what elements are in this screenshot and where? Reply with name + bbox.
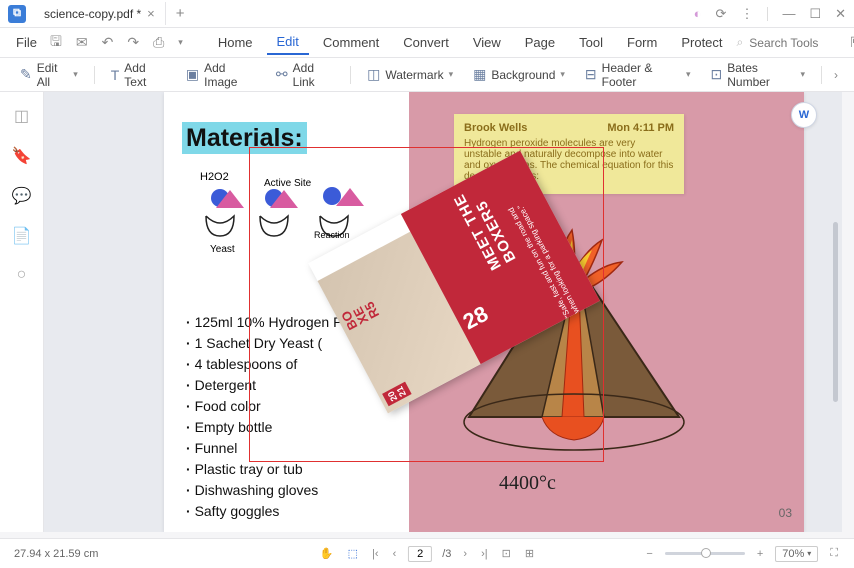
zoom-in-button[interactable]: + <box>755 548 765 560</box>
dimensions-label: 27.94 x 21.59 cm <box>14 548 98 560</box>
titlebar: ⧉ science-copy.pdf * × + ◐ ⟳ ⋮ — ☐ ✕ <box>0 0 854 28</box>
header-icon: ⊟ <box>585 66 597 83</box>
header-footer-button[interactable]: ⊟Header & Footer▾ <box>577 57 699 93</box>
text-icon: T <box>111 67 120 83</box>
menu-protect[interactable]: Protect <box>671 31 732 54</box>
word-export-badge[interactable]: W <box>791 102 817 128</box>
list-item: 1 Sachet Dry Yeast ( <box>186 333 342 354</box>
document-canvas[interactable]: Materials: H2O2 Active Site Yeast Reacti… <box>44 92 842 532</box>
bates-icon: ⊡ <box>711 66 723 83</box>
tab-filename: science-copy.pdf * <box>44 7 141 21</box>
menu-tool[interactable]: Tool <box>569 31 613 54</box>
menu-convert[interactable]: Convert <box>393 31 459 54</box>
undo-icon[interactable]: ↶ <box>97 34 119 51</box>
menu-page[interactable]: Page <box>515 31 565 54</box>
search-panel-icon[interactable]: ○ <box>17 266 27 284</box>
list-item: Plastic tray or tub <box>186 459 342 480</box>
toolbar-more-icon[interactable]: › <box>830 68 842 82</box>
close-button[interactable]: ✕ <box>835 6 846 22</box>
page-total: /3 <box>442 548 451 560</box>
select-tool-icon[interactable]: ⬚ <box>346 547 360 560</box>
list-item: 4 tablespoons of <box>186 354 342 375</box>
zoom-out-button[interactable]: − <box>644 548 654 560</box>
background-button[interactable]: ▦Background▾ <box>465 62 573 87</box>
list-item: Detergent <box>186 375 342 396</box>
menu-form[interactable]: Form <box>617 31 667 54</box>
link-icon: ⚯ <box>276 66 288 83</box>
list-item: Empty bottle <box>186 417 342 438</box>
maximize-button[interactable]: ☐ <box>809 6 821 22</box>
document-tab[interactable]: science-copy.pdf * × <box>34 2 166 25</box>
notify-icon[interactable]: ⟳ <box>716 6 727 22</box>
left-sidebar: ◫ 🔖 💬 📄 ○ <box>0 92 44 532</box>
add-link-button[interactable]: ⚯Add Link <box>268 57 342 93</box>
image-icon: ▣ <box>186 66 199 83</box>
add-tab-button[interactable]: + <box>166 5 195 22</box>
materials-list: 125ml 10% Hydrogen P 1 Sachet Dry Yeast … <box>186 312 342 522</box>
attachment-icon[interactable]: 📄 <box>12 226 32 246</box>
sticky-author: Brook Wells <box>464 122 527 134</box>
list-item: Funnel <box>186 438 342 459</box>
pencil-icon: ✎ <box>20 66 32 83</box>
thumbnails-icon[interactable]: ◫ <box>14 106 29 126</box>
fullscreen-icon[interactable]: ⛶ <box>828 547 840 560</box>
menubar: File 🖫 ✉ ↶ ↷ ⎙ ▾ Home Edit Comment Conve… <box>0 28 854 58</box>
menu-edit[interactable]: Edit <box>267 30 309 55</box>
app-logo-icon: ⧉ <box>8 5 26 23</box>
svg-text:H2O2: H2O2 <box>200 171 229 183</box>
svg-text:Active Site: Active Site <box>264 178 312 189</box>
fit-page-icon[interactable]: ⊞ <box>523 547 536 560</box>
next-page-icon[interactable]: › <box>461 548 469 560</box>
add-text-button[interactable]: TAdd Text <box>103 57 174 93</box>
materials-heading: Materials: <box>182 124 307 153</box>
page-input[interactable] <box>408 546 432 562</box>
page: Materials: H2O2 Active Site Yeast Reacti… <box>164 92 804 532</box>
page-number: 03 <box>779 506 792 520</box>
list-item: Dishwashing gloves <box>186 480 342 501</box>
bookmark-icon[interactable]: 🔖 <box>12 146 32 166</box>
minimize-button[interactable]: — <box>782 6 795 21</box>
hand-tool-icon[interactable]: ✋ <box>318 547 336 560</box>
temperature-label: 4400°c <box>499 472 556 495</box>
ai-icon[interactable]: ◐ <box>694 6 702 21</box>
overflow-icon[interactable]: ⋮ <box>740 6 753 22</box>
list-item: Safty goggles <box>186 501 342 522</box>
save-icon[interactable]: 🖫 <box>45 31 67 55</box>
search-input[interactable] <box>749 36 839 50</box>
add-image-button[interactable]: ▣Add Image <box>178 57 264 93</box>
svg-text:Reaction: Reaction <box>314 230 350 240</box>
print-icon[interactable]: ⎙ <box>148 34 169 51</box>
bates-button[interactable]: ⊡Bates Number▾ <box>703 57 814 93</box>
sticky-time: Mon 4:11 PM <box>607 122 674 134</box>
mail-icon[interactable]: ✉ <box>71 34 93 51</box>
first-page-icon[interactable]: |‹ <box>370 548 381 560</box>
menu-home[interactable]: Home <box>208 31 263 54</box>
search-icon[interactable]: ⌕ <box>737 35 744 50</box>
file-menu[interactable]: File <box>12 35 41 50</box>
chevron-down-icon[interactable]: ▾ <box>173 37 188 48</box>
watermark-icon: ◫ <box>367 66 380 83</box>
svg-text:Yeast: Yeast <box>210 244 235 255</box>
comment-panel-icon[interactable]: 💬 <box>12 186 32 206</box>
menu-view[interactable]: View <box>463 31 511 54</box>
statusbar: 27.94 x 21.59 cm ✋ ⬚ |‹ ‹ /3 › ›| ⊡ ⊞ − … <box>0 538 854 568</box>
edit-all-button[interactable]: ✎Edit All▾ <box>12 57 86 93</box>
watermark-button[interactable]: ◫Watermark▾ <box>359 62 461 87</box>
list-item: 125ml 10% Hydrogen P <box>186 312 342 333</box>
zoom-slider[interactable] <box>665 552 745 555</box>
background-icon: ▦ <box>473 66 486 83</box>
scrollbar[interactable] <box>833 222 838 402</box>
share-icon[interactable]: ⇱ <box>845 34 854 51</box>
list-item: Food color <box>186 396 342 417</box>
close-tab-icon[interactable]: × <box>147 6 155 21</box>
prev-page-icon[interactable]: ‹ <box>391 548 399 560</box>
fit-width-icon[interactable]: ⊡ <box>500 547 513 560</box>
menu-comment[interactable]: Comment <box>313 31 389 54</box>
zoom-level[interactable]: 70%▾ <box>775 546 818 562</box>
edit-toolbar: ✎Edit All▾ TAdd Text ▣Add Image ⚯Add Lin… <box>0 58 854 92</box>
last-page-icon[interactable]: ›| <box>479 548 490 560</box>
redo-icon[interactable]: ↷ <box>122 34 144 51</box>
